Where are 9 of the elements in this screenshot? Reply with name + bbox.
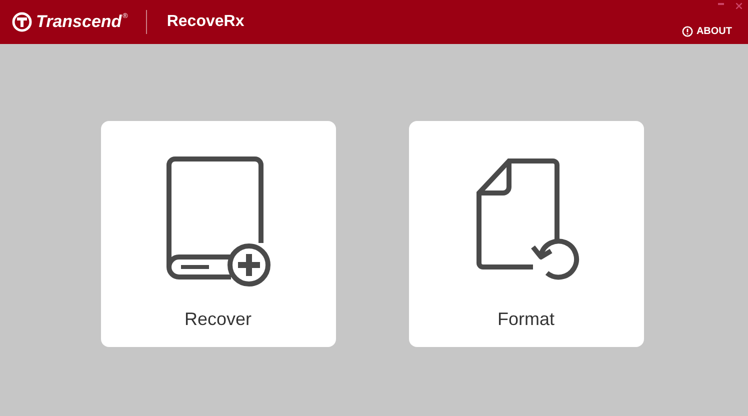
info-icon [682, 26, 694, 37]
minimize-icon[interactable] [718, 3, 724, 5]
app-title: RecoveRx [166, 13, 244, 31]
logo-icon [12, 12, 32, 32]
recover-button[interactable]: Recover [100, 121, 336, 347]
format-button[interactable]: Format [408, 121, 644, 347]
about-button[interactable]: ABOUT [682, 26, 732, 37]
brand-name: Transcend [36, 12, 122, 32]
close-icon[interactable] [736, 3, 742, 9]
